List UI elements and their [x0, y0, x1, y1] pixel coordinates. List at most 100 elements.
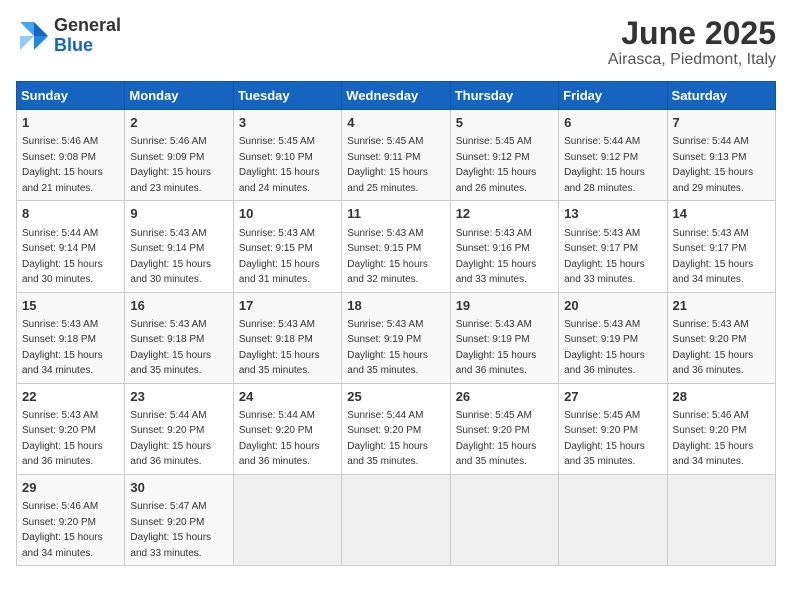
- day-info: Sunrise: 5:45 AMSunset: 9:11 PMDaylight:…: [347, 136, 428, 194]
- day-number: 17: [239, 297, 336, 315]
- day-number: 10: [239, 205, 336, 223]
- day-number: 9: [130, 205, 227, 223]
- month-title: June 2025: [608, 16, 776, 51]
- day-info: Sunrise: 5:43 AMSunset: 9:20 PMDaylight:…: [673, 319, 754, 377]
- day-info: Sunrise: 5:46 AMSunset: 9:20 PMDaylight:…: [673, 410, 754, 468]
- table-row: 25 Sunrise: 5:44 AMSunset: 9:20 PMDaylig…: [342, 383, 450, 474]
- table-row: 14 Sunrise: 5:43 AMSunset: 9:17 PMDaylig…: [667, 201, 775, 292]
- table-row: 7 Sunrise: 5:44 AMSunset: 9:13 PMDayligh…: [667, 110, 775, 201]
- day-number: 8: [22, 205, 119, 223]
- day-number: 3: [239, 114, 336, 132]
- day-number: 13: [564, 205, 661, 223]
- day-number: 12: [456, 205, 553, 223]
- day-number: 2: [130, 114, 227, 132]
- day-info: Sunrise: 5:43 AMSunset: 9:17 PMDaylight:…: [673, 228, 754, 286]
- logo-text: General Blue: [54, 16, 121, 56]
- table-row: 1 Sunrise: 5:46 AMSunset: 9:08 PMDayligh…: [17, 110, 125, 201]
- day-number: 28: [673, 388, 770, 406]
- day-info: Sunrise: 5:46 AMSunset: 9:08 PMDaylight:…: [22, 136, 103, 194]
- table-row: 17 Sunrise: 5:43 AMSunset: 9:18 PMDaylig…: [233, 292, 341, 383]
- table-row: [233, 474, 341, 565]
- day-info: Sunrise: 5:43 AMSunset: 9:18 PMDaylight:…: [22, 319, 103, 377]
- day-number: 23: [130, 388, 227, 406]
- table-row: 6 Sunrise: 5:44 AMSunset: 9:12 PMDayligh…: [559, 110, 667, 201]
- day-info: Sunrise: 5:43 AMSunset: 9:19 PMDaylight:…: [564, 319, 645, 377]
- table-row: 5 Sunrise: 5:45 AMSunset: 9:12 PMDayligh…: [450, 110, 558, 201]
- col-saturday: Saturday: [667, 82, 775, 110]
- table-row: 19 Sunrise: 5:43 AMSunset: 9:19 PMDaylig…: [450, 292, 558, 383]
- day-number: 15: [22, 297, 119, 315]
- table-row: 3 Sunrise: 5:45 AMSunset: 9:10 PMDayligh…: [233, 110, 341, 201]
- day-info: Sunrise: 5:44 AMSunset: 9:20 PMDaylight:…: [130, 410, 211, 468]
- day-info: Sunrise: 5:43 AMSunset: 9:20 PMDaylight:…: [22, 410, 103, 468]
- table-row: [450, 474, 558, 565]
- day-info: Sunrise: 5:44 AMSunset: 9:20 PMDaylight:…: [347, 410, 428, 468]
- day-number: 16: [130, 297, 227, 315]
- calendar-table: Sunday Monday Tuesday Wednesday Thursday…: [16, 81, 776, 566]
- col-thursday: Thursday: [450, 82, 558, 110]
- day-info: Sunrise: 5:44 AMSunset: 9:13 PMDaylight:…: [673, 136, 754, 194]
- day-info: Sunrise: 5:46 AMSunset: 9:09 PMDaylight:…: [130, 136, 211, 194]
- day-number: 24: [239, 388, 336, 406]
- day-number: 5: [456, 114, 553, 132]
- table-row: 4 Sunrise: 5:45 AMSunset: 9:11 PMDayligh…: [342, 110, 450, 201]
- table-row: [667, 474, 775, 565]
- col-monday: Monday: [125, 82, 233, 110]
- day-info: Sunrise: 5:45 AMSunset: 9:12 PMDaylight:…: [456, 136, 537, 194]
- day-info: Sunrise: 5:44 AMSunset: 9:12 PMDaylight:…: [564, 136, 645, 194]
- day-info: Sunrise: 5:43 AMSunset: 9:16 PMDaylight:…: [456, 228, 537, 286]
- day-number: 6: [564, 114, 661, 132]
- logo-general: General: [54, 16, 121, 36]
- table-row: 30 Sunrise: 5:47 AMSunset: 9:20 PMDaylig…: [125, 474, 233, 565]
- day-info: Sunrise: 5:43 AMSunset: 9:19 PMDaylight:…: [347, 319, 428, 377]
- table-row: 28 Sunrise: 5:46 AMSunset: 9:20 PMDaylig…: [667, 383, 775, 474]
- day-info: Sunrise: 5:45 AMSunset: 9:20 PMDaylight:…: [456, 410, 537, 468]
- day-info: Sunrise: 5:43 AMSunset: 9:18 PMDaylight:…: [130, 319, 211, 377]
- logo-blue: Blue: [54, 36, 121, 56]
- day-info: Sunrise: 5:45 AMSunset: 9:20 PMDaylight:…: [564, 410, 645, 468]
- table-row: [559, 474, 667, 565]
- table-row: 29 Sunrise: 5:46 AMSunset: 9:20 PMDaylig…: [17, 474, 125, 565]
- table-row: 27 Sunrise: 5:45 AMSunset: 9:20 PMDaylig…: [559, 383, 667, 474]
- col-friday: Friday: [559, 82, 667, 110]
- header: General Blue June 2025 Airasca, Piedmont…: [16, 16, 776, 69]
- title-area: June 2025 Airasca, Piedmont, Italy: [608, 16, 776, 69]
- day-info: Sunrise: 5:43 AMSunset: 9:15 PMDaylight:…: [347, 228, 428, 286]
- table-row: 16 Sunrise: 5:43 AMSunset: 9:18 PMDaylig…: [125, 292, 233, 383]
- day-number: 30: [130, 479, 227, 497]
- table-row: 2 Sunrise: 5:46 AMSunset: 9:09 PMDayligh…: [125, 110, 233, 201]
- table-row: 18 Sunrise: 5:43 AMSunset: 9:19 PMDaylig…: [342, 292, 450, 383]
- day-info: Sunrise: 5:43 AMSunset: 9:15 PMDaylight:…: [239, 228, 320, 286]
- day-number: 25: [347, 388, 444, 406]
- calendar-header: Sunday Monday Tuesday Wednesday Thursday…: [17, 82, 776, 110]
- location-title: Airasca, Piedmont, Italy: [608, 51, 776, 69]
- table-row: 24 Sunrise: 5:44 AMSunset: 9:20 PMDaylig…: [233, 383, 341, 474]
- table-row: [342, 474, 450, 565]
- day-number: 27: [564, 388, 661, 406]
- day-info: Sunrise: 5:43 AMSunset: 9:17 PMDaylight:…: [564, 228, 645, 286]
- day-number: 21: [673, 297, 770, 315]
- day-number: 19: [456, 297, 553, 315]
- table-row: 11 Sunrise: 5:43 AMSunset: 9:15 PMDaylig…: [342, 201, 450, 292]
- table-row: 21 Sunrise: 5:43 AMSunset: 9:20 PMDaylig…: [667, 292, 775, 383]
- day-info: Sunrise: 5:43 AMSunset: 9:19 PMDaylight:…: [456, 319, 537, 377]
- day-number: 1: [22, 114, 119, 132]
- table-row: 20 Sunrise: 5:43 AMSunset: 9:19 PMDaylig…: [559, 292, 667, 383]
- logo: General Blue: [16, 16, 121, 56]
- day-info: Sunrise: 5:44 AMSunset: 9:20 PMDaylight:…: [239, 410, 320, 468]
- day-number: 14: [673, 205, 770, 223]
- table-row: 9 Sunrise: 5:43 AMSunset: 9:14 PMDayligh…: [125, 201, 233, 292]
- table-row: 23 Sunrise: 5:44 AMSunset: 9:20 PMDaylig…: [125, 383, 233, 474]
- col-tuesday: Tuesday: [233, 82, 341, 110]
- calendar-body: 1 Sunrise: 5:46 AMSunset: 9:08 PMDayligh…: [17, 110, 776, 566]
- table-row: 10 Sunrise: 5:43 AMSunset: 9:15 PMDaylig…: [233, 201, 341, 292]
- day-info: Sunrise: 5:43 AMSunset: 9:18 PMDaylight:…: [239, 319, 320, 377]
- day-info: Sunrise: 5:46 AMSunset: 9:20 PMDaylight:…: [22, 501, 103, 559]
- day-number: 29: [22, 479, 119, 497]
- col-wednesday: Wednesday: [342, 82, 450, 110]
- day-number: 20: [564, 297, 661, 315]
- day-number: 26: [456, 388, 553, 406]
- table-row: 12 Sunrise: 5:43 AMSunset: 9:16 PMDaylig…: [450, 201, 558, 292]
- day-info: Sunrise: 5:45 AMSunset: 9:10 PMDaylight:…: [239, 136, 320, 194]
- day-number: 4: [347, 114, 444, 132]
